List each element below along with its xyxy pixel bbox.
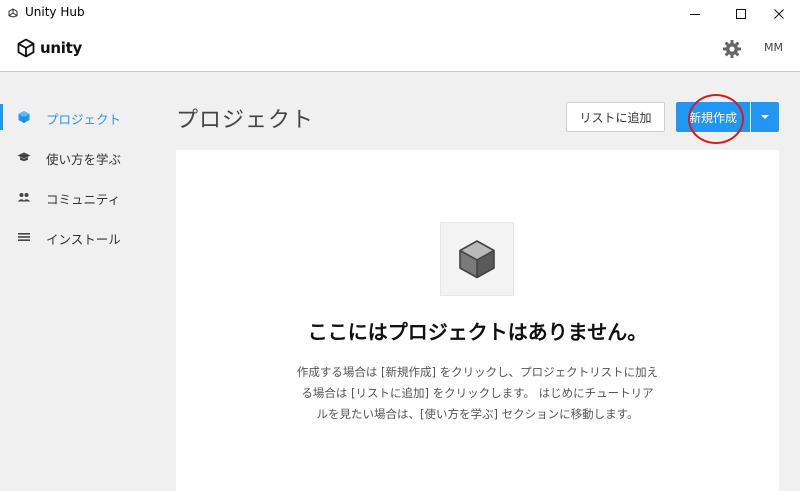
minimize-button[interactable] xyxy=(672,0,718,27)
unity-hub-window: Unity Hub unity MM プロジェクト 使い方を学ぶ コミュニティ … xyxy=(0,0,800,491)
logo-text: unity xyxy=(40,39,82,57)
chevron-down-icon xyxy=(761,115,769,119)
projects-empty-panel: ここにはプロジェクトはありません。 作成する場合は [新規作成] をクリックし、… xyxy=(176,150,779,491)
unity-logo: unity xyxy=(16,38,82,58)
empty-state-title: ここにはプロジェクトはありません。 xyxy=(307,320,648,344)
settings-gear-icon[interactable] xyxy=(722,39,742,59)
sidebar-item-learn[interactable]: 使い方を学ぶ xyxy=(0,138,160,176)
new-project-dropdown-button[interactable] xyxy=(751,102,779,132)
sidebar-item-installs[interactable]: インストール xyxy=(0,218,160,256)
window-title: Unity Hub xyxy=(25,5,85,19)
sidebar: プロジェクト 使い方を学ぶ コミュニティ インストール xyxy=(0,72,160,491)
unity-app-icon xyxy=(8,8,18,18)
title-bar: Unity Hub xyxy=(0,0,800,27)
sidebar-item-label: プロジェクト xyxy=(46,112,122,127)
unity-logo-icon xyxy=(17,38,35,58)
list-icon xyxy=(18,233,30,241)
minimize-icon xyxy=(690,13,700,15)
people-icon xyxy=(17,193,31,202)
sidebar-item-label: インストール xyxy=(46,232,121,247)
empty-state-description: 作成する場合は [新規作成] をクリックし、プロジェクトリストに加える場合は [… xyxy=(296,365,659,421)
large-cube-icon xyxy=(459,240,495,279)
sidebar-item-community[interactable]: コミュニティ xyxy=(0,178,160,216)
page-title: プロジェクト xyxy=(176,108,315,133)
sidebar-item-projects[interactable]: プロジェクト xyxy=(0,98,160,136)
close-button[interactable] xyxy=(756,0,800,27)
cube-icon xyxy=(18,111,30,123)
sidebar-item-label: コミュニティ xyxy=(46,192,121,207)
active-indicator xyxy=(0,104,3,130)
sidebar-item-label: 使い方を学ぶ xyxy=(46,152,122,167)
graduation-cap-icon xyxy=(17,152,31,161)
close-icon xyxy=(774,8,784,19)
maximize-icon xyxy=(736,8,746,19)
app-header: unity MM xyxy=(0,27,800,72)
empty-state-icon-box xyxy=(440,222,514,296)
user-initials[interactable]: MM xyxy=(764,41,783,54)
new-project-button[interactable]: 新規作成 xyxy=(676,102,750,132)
add-to-list-button[interactable]: リストに追加 xyxy=(566,102,665,132)
